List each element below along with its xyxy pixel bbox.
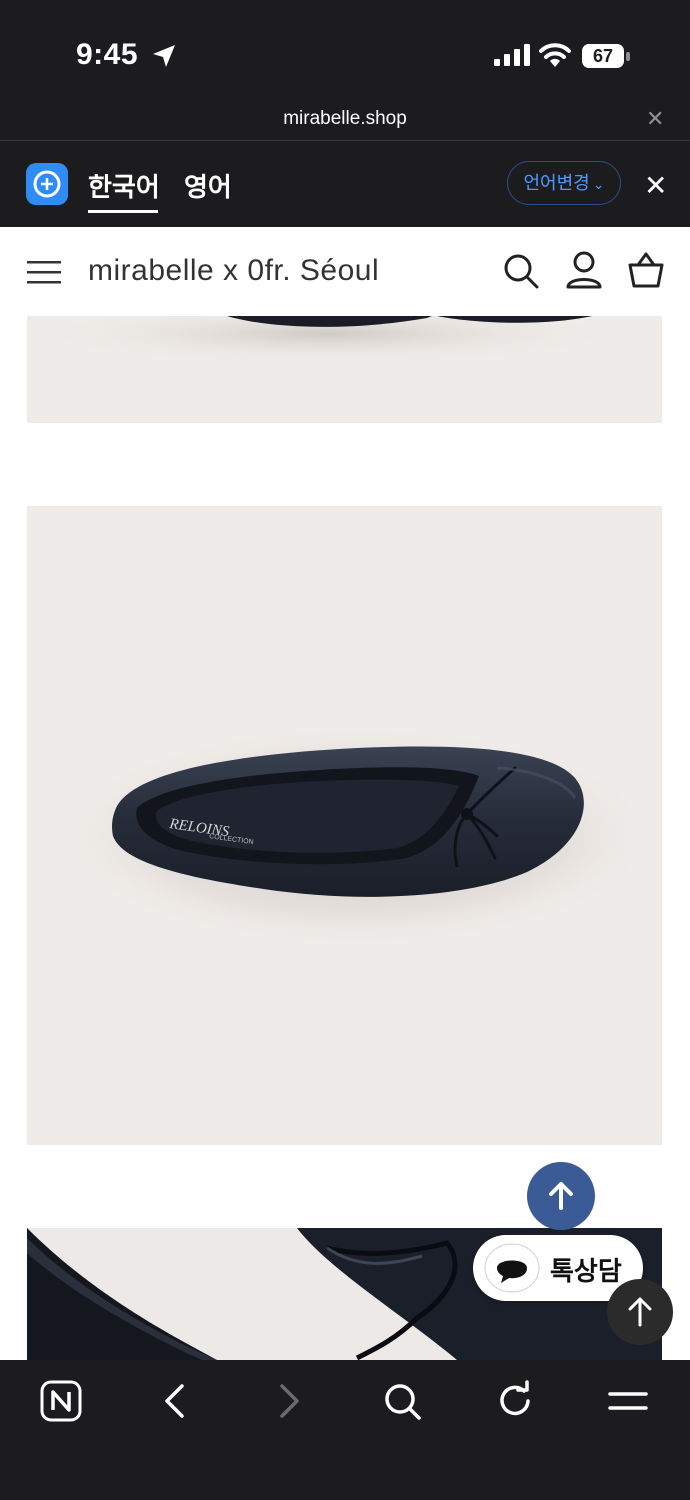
change-language-button[interactable]: 언어변경 ⌄ [507, 161, 621, 205]
battery-level: 67 [592, 46, 614, 66]
refresh-icon[interactable] [494, 1380, 536, 1422]
status-time: 9:45 [76, 38, 139, 71]
scroll-to-top-button[interactable] [607, 1279, 673, 1345]
chat-bubble-icon [484, 1243, 540, 1293]
cellular-signal-icon [494, 44, 530, 66]
site-title[interactable]: mirabelle x 0fr. Séoul [88, 254, 379, 288]
arrow-up-icon [628, 1297, 652, 1327]
tab-english[interactable]: 영어 [184, 167, 232, 204]
search-icon[interactable] [503, 253, 539, 289]
status-bar: 9:45 67 [0, 0, 690, 100]
product-image: RELOINS COLLECTION [27, 506, 662, 1145]
url-text[interactable]: mirabelle.shop [0, 108, 690, 130]
browser-toolbar [0, 1360, 690, 1500]
chevron-down-icon: ⌄ [592, 176, 605, 192]
close-icon[interactable]: ✕ [644, 169, 667, 202]
close-icon[interactable]: ✕ [646, 106, 664, 132]
user-icon[interactable] [566, 251, 602, 289]
menu-icon[interactable] [607, 1380, 649, 1422]
search-icon[interactable] [381, 1380, 423, 1422]
change-language-label: 언어변경 [523, 173, 590, 193]
site-header: mirabelle x 0fr. Séoul [0, 227, 690, 316]
forward-icon[interactable] [268, 1380, 310, 1422]
wifi-icon [539, 43, 571, 67]
arrow-up-icon [549, 1182, 573, 1210]
translate-bar: 한국어 영어 언어변경 ⌄ ✕ [0, 141, 690, 227]
menu-icon[interactable] [27, 260, 61, 284]
product-image [27, 316, 662, 423]
translate-logo-icon [26, 163, 68, 205]
active-tab-indicator [88, 210, 158, 213]
url-bar[interactable]: mirabelle.shop ✕ [0, 100, 690, 141]
naver-n-icon[interactable] [40, 1380, 82, 1422]
shopping-basket-icon[interactable] [627, 251, 665, 289]
location-arrow-icon [153, 45, 175, 67]
back-icon[interactable] [154, 1380, 196, 1422]
battery-icon: 67 [582, 44, 630, 68]
tab-korean[interactable]: 한국어 [88, 167, 160, 204]
scroll-to-top-button[interactable] [527, 1162, 595, 1230]
